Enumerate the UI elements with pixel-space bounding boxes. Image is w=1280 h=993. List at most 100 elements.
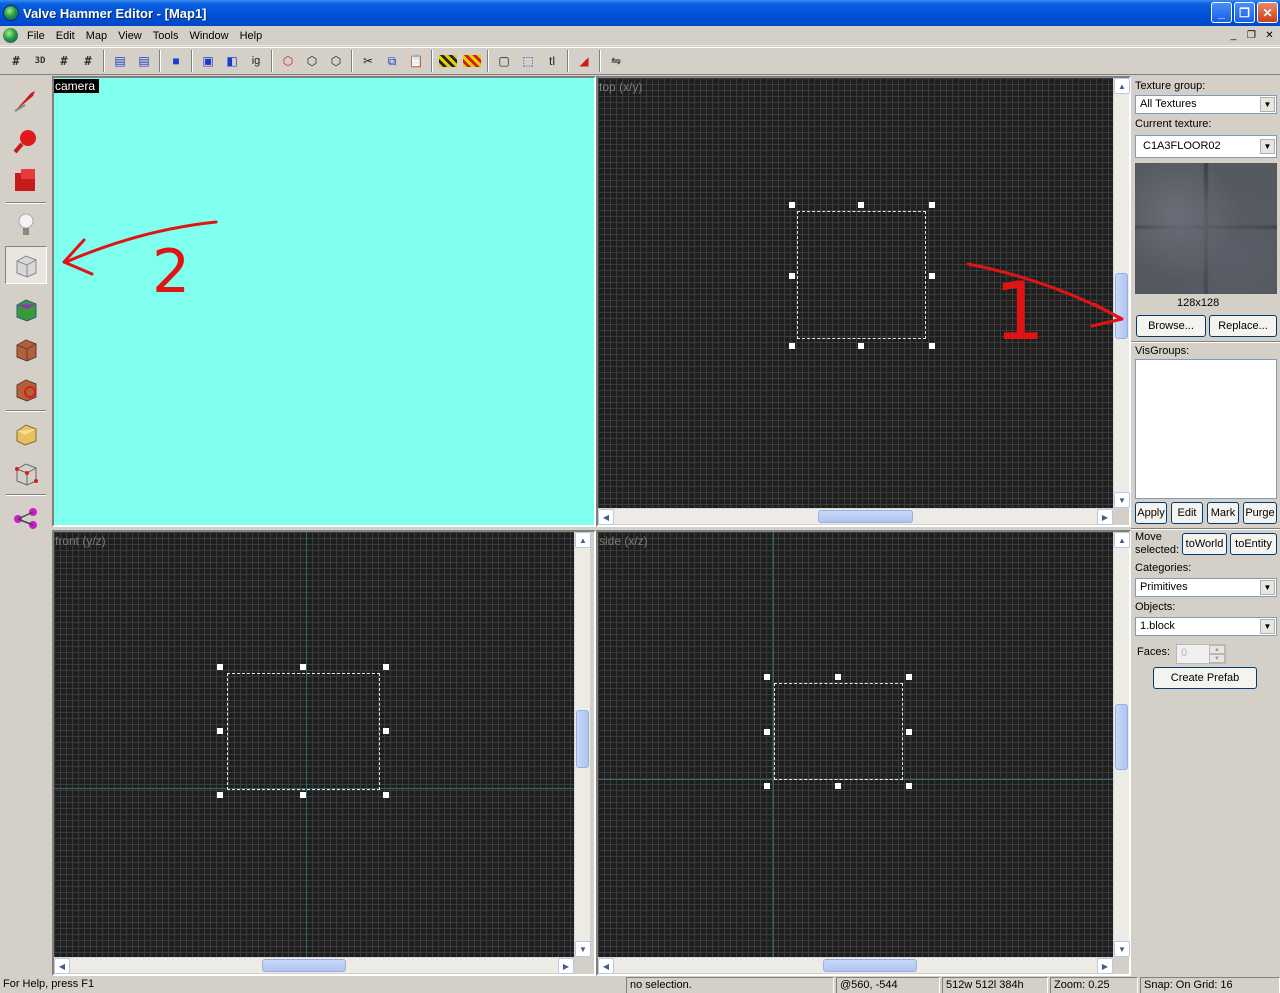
scroll-left-icon[interactable]: ◀ [54,958,70,974]
scroll-left-icon[interactable]: ◀ [598,509,614,525]
toggle-grid-icon[interactable]: # [5,50,27,72]
grid-smaller-icon[interactable]: # [53,50,75,72]
scroll-up-icon[interactable]: ▲ [1114,532,1130,548]
chevron-down-icon[interactable]: ▼ [1260,619,1275,634]
copy-icon[interactable]: ⧉ [381,50,403,72]
resize-handle[interactable] [789,273,795,279]
menu-help[interactable]: Help [235,30,269,42]
menu-window[interactable]: Window [184,30,234,42]
toolbar-text-button[interactable]: tl [541,50,563,72]
scroll-up-icon[interactable]: ▲ [1114,78,1130,94]
paste-icon[interactable]: 📋 [405,50,427,72]
objects-select[interactable]: 1.block ▼ [1135,617,1277,636]
chevron-down-icon[interactable]: ▼ [1260,97,1275,112]
camera-tool[interactable] [5,162,47,200]
resize-handle[interactable] [858,343,864,349]
scroll-right-icon[interactable]: ▶ [1097,958,1113,974]
top-vertical-scrollbar[interactable]: ▲ ▼ [1113,78,1130,508]
texture-application-tool[interactable] [5,290,47,328]
apply-button[interactable]: Apply [1135,502,1167,524]
scroll-right-icon[interactable]: ▶ [558,958,574,974]
hide-selected-icon[interactable]: ▣ [197,50,219,72]
menu-view[interactable]: View [113,30,148,42]
replace-button[interactable]: Replace... [1209,315,1277,337]
selection-tool[interactable] [5,82,47,120]
camera-viewport[interactable]: camera [54,78,594,525]
resize-handle[interactable] [929,202,935,208]
resize-handle[interactable] [383,728,389,734]
cut-icon[interactable]: ✂ [357,50,379,72]
magnify-tool[interactable] [5,122,47,160]
resize-handle[interactable] [929,273,935,279]
resize-handle[interactable] [217,792,223,798]
menu-edit[interactable]: Edit [51,30,81,42]
resize-handle[interactable] [217,664,223,670]
top-viewport[interactable]: top (x/y) [598,78,1113,508]
scroll-thumb[interactable] [823,959,917,972]
clip-tool[interactable] [5,414,47,452]
current-texture-select[interactable]: C1A3FLOOR02 ▼ [1135,135,1277,158]
scroll-right-icon[interactable]: ▶ [1097,509,1113,525]
selection-box[interactable] [797,211,926,339]
block-tool[interactable] [5,246,47,284]
texture-lock-icon[interactable]: ■ [165,50,187,72]
resize-handle[interactable] [858,202,864,208]
select-by-handles-icon[interactable]: ⬚ [517,50,539,72]
resize-handle[interactable] [764,729,770,735]
side-viewport[interactable]: side (x/z) [598,532,1113,957]
viewport-label[interactable]: front (y/z) [55,534,106,548]
maximize-button[interactable]: ❐ [1234,2,1255,23]
selection-box[interactable] [227,673,380,790]
menu-file[interactable]: File [22,30,51,42]
side-vertical-scrollbar[interactable]: ▲ ▼ [1113,532,1130,957]
scroll-down-icon[interactable]: ▼ [1114,492,1130,508]
viewport-label[interactable]: camera [54,79,100,93]
flat-shaded-icon[interactable]: ⬡ [301,50,323,72]
scroll-thumb[interactable] [576,710,589,768]
toggle-helpers-icon[interactable] [439,55,457,67]
toggle-3d-grid-icon[interactable]: 3D [29,50,51,72]
carve-icon[interactable]: ▤ [109,50,131,72]
texture-group-select[interactable]: All Textures ▼ [1135,95,1277,114]
selection-box[interactable] [774,683,903,780]
create-prefab-button[interactable]: Create Prefab [1153,667,1257,689]
resize-handle[interactable] [300,664,306,670]
top-horizontal-scrollbar[interactable]: ◀ ▶ [598,508,1113,525]
resize-handle[interactable] [764,783,770,789]
front-vertical-scrollbar[interactable]: ▲ ▼ [574,532,591,957]
scroll-down-icon[interactable]: ▼ [575,941,591,957]
front-viewport[interactable]: front (y/z) [54,532,574,957]
purge-button[interactable]: Purge [1243,502,1277,524]
menu-map[interactable]: Map [81,30,113,42]
wireframe-icon[interactable]: ⬡ [277,50,299,72]
entity-report-icon[interactable]: ⇋ [605,50,627,72]
scroll-thumb[interactable] [1115,273,1128,339]
resize-handle[interactable] [217,728,223,734]
run-map-icon[interactable]: ◢ [573,50,595,72]
to-entity-button[interactable]: toEntity [1230,533,1277,555]
group-icon[interactable]: ▤ [133,50,155,72]
mdi-restore-icon[interactable]: ❐ [1243,28,1260,42]
visgroups-list[interactable] [1135,359,1277,499]
resize-handle[interactable] [383,792,389,798]
menu-tools[interactable]: Tools [148,30,185,42]
resize-handle[interactable] [835,783,841,789]
minimize-button[interactable]: _ [1211,2,1232,23]
show-all-icon[interactable]: ◧ [221,50,243,72]
vertex-tool[interactable] [5,454,47,492]
close-button[interactable]: ✕ [1257,2,1278,23]
viewport-label[interactable]: side (x/z) [599,534,648,548]
resize-handle[interactable] [906,783,912,789]
edit-button[interactable]: Edit [1171,502,1203,524]
chevron-down-icon[interactable]: ▼ [1260,139,1275,154]
mark-button[interactable]: Mark [1207,502,1239,524]
browse-button[interactable]: Browse... [1136,315,1206,337]
decal-tool[interactable] [5,370,47,408]
ignore-groups-icon[interactable]: ig [245,50,267,72]
front-horizontal-scrollbar[interactable]: ◀ ▶ [54,957,574,974]
app-icon[interactable] [3,5,19,21]
scroll-thumb[interactable] [1115,704,1128,770]
document-icon[interactable] [3,28,18,43]
scroll-up-icon[interactable]: ▲ [575,532,591,548]
scroll-thumb[interactable] [818,510,913,523]
